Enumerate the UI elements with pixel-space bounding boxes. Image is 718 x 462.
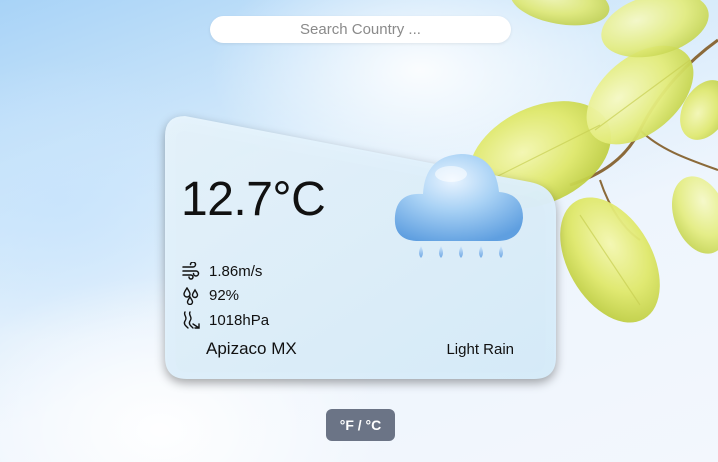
weather-condition-label: Light Rain [446, 341, 514, 358]
pressure-icon [183, 311, 200, 329]
wind-icon [182, 262, 200, 280]
temperature-value: 12.7°C [181, 173, 326, 226]
wind-speed: 1.86m/s [209, 262, 263, 280]
humidity-row: 92% [182, 284, 269, 309]
pressure-row: 1018hPa [182, 308, 269, 333]
search-bar[interactable] [210, 16, 511, 43]
humidity-value: 92% [209, 287, 240, 305]
weather-stats: 1.86m/s 92% 1018hPa [182, 259, 269, 333]
location-label: Apizaco MX [206, 339, 297, 358]
weather-card: 12.7°C 1.86m/s 92% 1018hPa Apizaco MX Li… [165, 116, 556, 379]
unit-toggle-button[interactable]: °F / °C [326, 409, 395, 441]
rain-cloud-icon [394, 154, 523, 258]
wind-row: 1.86m/s [182, 259, 269, 284]
pressure-value: 1018hPa [209, 311, 270, 329]
search-input[interactable] [210, 16, 511, 43]
humidity-icon [183, 286, 199, 305]
